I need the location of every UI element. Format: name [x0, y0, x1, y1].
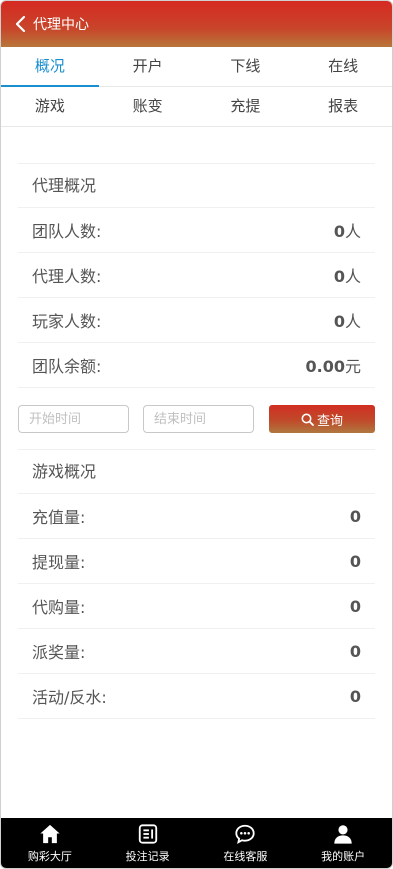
- team-count-row: 团队人数: 0人: [18, 208, 375, 253]
- nav-bet-records[interactable]: 投注记录: [99, 818, 197, 868]
- end-time-input[interactable]: [143, 405, 254, 433]
- row-value: 0: [349, 551, 361, 571]
- tab-games[interactable]: 游戏: [1, 87, 99, 126]
- row-label: 团队余额:: [32, 357, 102, 376]
- tab-account-changes[interactable]: 账变: [99, 87, 197, 126]
- record-icon: [138, 823, 157, 844]
- back-button[interactable]: [7, 1, 33, 47]
- row-label: 充值量:: [32, 508, 86, 527]
- bottom-nav: 购彩大厅 投注记录 在线客服 我的账户: [1, 818, 392, 868]
- tab-deposit-withdraw[interactable]: 充提: [197, 87, 295, 126]
- nav-my-account[interactable]: 我的账户: [294, 818, 392, 868]
- divider: [18, 127, 375, 164]
- tab-downline[interactable]: 下线: [197, 47, 295, 86]
- row-value: 0人: [333, 312, 361, 331]
- proxy-purchase-row: 代购量: 0: [18, 584, 375, 629]
- tab-overview[interactable]: 概况: [1, 47, 99, 87]
- tab-reports[interactable]: 报表: [294, 87, 392, 126]
- agent-count-row: 代理人数: 0人: [18, 253, 375, 298]
- row-value: 0.00元: [305, 357, 362, 376]
- tab-open-account[interactable]: 开户: [99, 47, 197, 86]
- chevron-left-icon: [15, 15, 26, 33]
- row-value: 0人: [333, 222, 361, 241]
- row-label: 代购量:: [32, 598, 86, 617]
- activity-rebate-row: 活动/反水: 0: [18, 674, 375, 719]
- nav-label: 我的账户: [321, 849, 366, 863]
- row-value: 0人: [333, 267, 361, 286]
- row-label: 提现量:: [32, 553, 86, 572]
- main-content: 代理概况 团队人数: 0人 代理人数: 0人 玩家人数: 0人 团队余额: 0.…: [1, 127, 392, 719]
- row-value: 0: [349, 506, 361, 526]
- row-label: 玩家人数:: [32, 312, 102, 331]
- game-overview-title: 游戏概况: [18, 450, 375, 494]
- home-icon: [40, 824, 60, 843]
- query-button[interactable]: 查询: [269, 405, 375, 433]
- row-label: 派奖量:: [32, 643, 86, 662]
- row-value: 0: [349, 686, 361, 706]
- app-frame: 代理中心 概况 开户 下线 在线 游戏 账变 充提 报表 代理概况 团队人数: …: [0, 0, 393, 869]
- prize-payout-row: 派奖量: 0: [18, 629, 375, 674]
- agent-overview-title: 代理概况: [18, 164, 375, 208]
- user-icon: [334, 824, 352, 844]
- search-icon: [301, 413, 314, 426]
- tab-online[interactable]: 在线: [294, 47, 392, 86]
- date-query-bar: 查询: [18, 388, 375, 450]
- page-title: 代理中心: [33, 17, 89, 33]
- row-label: 活动/反水:: [32, 688, 107, 707]
- row-value: 0: [349, 596, 361, 616]
- recharge-row: 充值量: 0: [18, 494, 375, 539]
- nav-online-service[interactable]: 在线客服: [197, 818, 295, 868]
- tabs-row-secondary: 游戏 账变 充提 报表: [1, 87, 392, 127]
- team-balance-row: 团队余额: 0.00元: [18, 343, 375, 388]
- query-button-label: 查询: [316, 413, 343, 429]
- start-time-input[interactable]: [18, 405, 129, 433]
- nav-label: 购彩大厅: [27, 849, 72, 863]
- nav-label: 在线客服: [223, 849, 268, 863]
- tabs-row-primary: 概况 开户 下线 在线: [1, 47, 392, 87]
- chat-icon: [235, 824, 256, 844]
- row-label: 代理人数:: [32, 267, 102, 286]
- row-value: 0: [349, 641, 361, 661]
- top-header: 代理中心: [1, 1, 392, 47]
- player-count-row: 玩家人数: 0人: [18, 298, 375, 343]
- withdraw-row: 提现量: 0: [18, 539, 375, 584]
- row-label: 团队人数:: [32, 222, 102, 241]
- nav-label: 投注记录: [125, 849, 170, 863]
- nav-lottery-hall[interactable]: 购彩大厅: [1, 818, 99, 868]
